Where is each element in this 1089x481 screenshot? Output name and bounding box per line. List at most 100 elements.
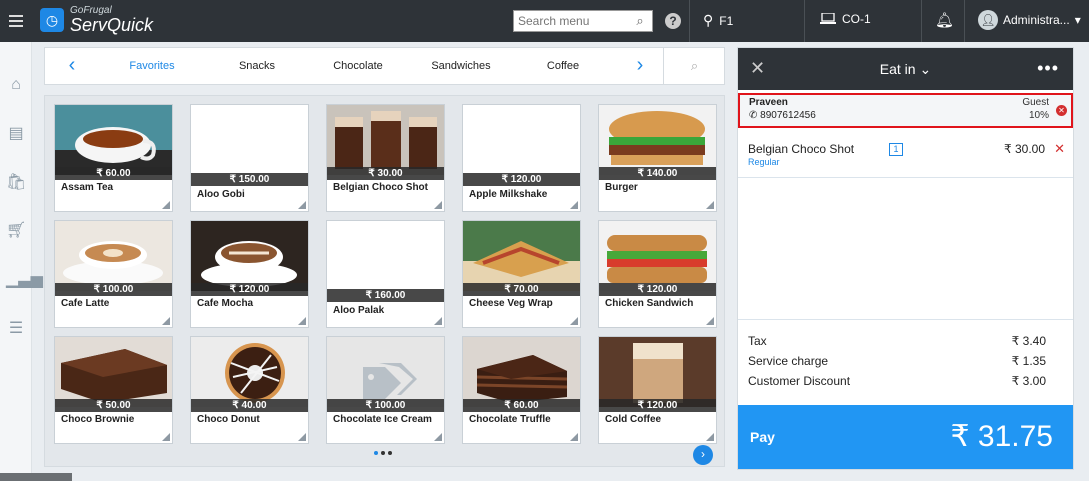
product-name: Chicken Sandwich: [605, 298, 694, 309]
product-image: [463, 337, 580, 407]
product-price: ₹ 150.00: [191, 173, 308, 186]
product-name: Aloo Palak: [333, 305, 385, 316]
search-menu-input[interactable]: [514, 11, 630, 31]
category-snacks[interactable]: Snacks: [212, 48, 302, 84]
tile-corner-icon: [162, 433, 170, 441]
clock-logo-icon: ◷: [40, 8, 64, 32]
pay-label: Pay: [750, 429, 775, 445]
bags-icon[interactable]: 🛍︎: [6, 173, 26, 193]
tile-corner-icon: [162, 201, 170, 209]
orders-icon[interactable]: ▤: [6, 124, 26, 144]
product-tile[interactable]: ₹ 60.00 Chocolate Truffle: [462, 336, 581, 444]
product-name: Apple Milkshake: [469, 189, 548, 200]
tile-corner-icon: [706, 317, 714, 325]
category-favorites[interactable]: Favorites: [107, 48, 197, 84]
category-chocolate[interactable]: Chocolate: [313, 48, 403, 84]
location-selector[interactable]: ⚲ F1: [703, 12, 733, 29]
product-image: [191, 221, 308, 291]
tax-row: Tax ₹ 3.40: [748, 334, 1046, 348]
tile-corner-icon: [298, 201, 306, 209]
chevron-down-icon: ▾: [1074, 13, 1081, 27]
divider: [964, 0, 965, 42]
category-prev-icon[interactable]: ‹: [57, 48, 87, 84]
product-tile[interactable]: ₹ 150.00 Aloo Gobi: [190, 104, 309, 212]
divider: [804, 0, 805, 42]
customer-discount-value: ₹ 3.00: [1011, 374, 1046, 388]
order-panel: ✕ Eat in ⌄ ••• Praveen ✆ 8907612456 Gues…: [737, 47, 1074, 470]
settings-sliders-icon[interactable]: ☰: [6, 319, 26, 339]
user-menu[interactable]: 👤︎ Administra... ▾: [978, 10, 1081, 30]
help-icon[interactable]: ?: [665, 13, 681, 29]
customer-card[interactable]: Praveen ✆ 8907612456 Guest 10% ✕: [738, 93, 1073, 128]
product-name: Aloo Gobi: [197, 189, 245, 200]
app-logo: ◷ GoFrugal ServQuick: [40, 6, 153, 34]
tile-corner-icon: [298, 317, 306, 325]
service-charge-label: Service charge: [748, 354, 829, 368]
product-name: Burger: [605, 182, 638, 193]
product-tile[interactable]: ₹ 140.00 Burger: [598, 104, 717, 212]
product-tile[interactable]: ₹ 100.00 Chocolate Ice Cream: [326, 336, 445, 444]
search-menu: ⌕: [513, 10, 653, 32]
tile-corner-icon: [570, 201, 578, 209]
item-variant[interactable]: Regular: [748, 157, 780, 167]
product-tile[interactable]: ₹ 40.00 Choco Donut: [190, 336, 309, 444]
tile-corner-icon: [706, 201, 714, 209]
item-price: ₹ 30.00: [1004, 142, 1045, 156]
product-tile[interactable]: ₹ 160.00 Aloo Palak: [326, 220, 445, 328]
tile-corner-icon: [434, 433, 442, 441]
item-quantity[interactable]: 1: [889, 143, 903, 156]
product-tile[interactable]: ₹ 100.00 Cafe Latte: [54, 220, 173, 328]
remove-item-icon[interactable]: ✕: [1054, 141, 1065, 157]
product-image: [599, 105, 716, 175]
category-sandwiches[interactable]: Sandwiches: [416, 48, 506, 84]
order-line-item[interactable]: Belgian Choco Shot Regular 1 ₹ 30.00 ✕: [738, 134, 1073, 178]
product-name: Chocolate Ice Cream: [333, 414, 432, 425]
product-tile[interactable]: ₹ 70.00 Cheese Veg Wrap: [462, 220, 581, 328]
divider: [921, 0, 922, 42]
product-tile[interactable]: ₹ 120.00 Cold Coffee: [598, 336, 717, 444]
product-tile[interactable]: ₹ 120.00 Apple Milkshake: [462, 104, 581, 212]
home-icon[interactable]: ⌂: [6, 75, 26, 95]
tile-corner-icon: [162, 317, 170, 325]
pay-button[interactable]: Pay ₹ 31.75: [738, 405, 1073, 469]
order-mode-selector[interactable]: Eat in ⌄: [738, 61, 1073, 78]
avatar-icon: 👤︎: [978, 10, 998, 30]
product-tile[interactable]: ₹ 30.00 Belgian Choco Shot: [326, 104, 445, 212]
notification-bell-icon[interactable]: 🔔︎: [935, 11, 954, 29]
category-search-icon[interactable]: ⌕: [663, 48, 725, 84]
product-tile[interactable]: ₹ 50.00 Choco Brownie: [54, 336, 173, 444]
search-icon[interactable]: ⌕: [630, 13, 650, 29]
customer-name: Praveen: [749, 97, 788, 108]
product-tile[interactable]: ₹ 120.00 Cafe Mocha: [190, 220, 309, 328]
category-next-icon[interactable]: ›: [625, 48, 655, 84]
product-name: Assam Tea: [61, 182, 114, 193]
tile-corner-icon: [298, 433, 306, 441]
product-price: ₹ 140.00: [599, 167, 716, 180]
page-indicator: [374, 451, 392, 455]
more-options-icon[interactable]: •••: [1037, 58, 1059, 79]
product-tile[interactable]: ₹ 120.00 Chicken Sandwich: [598, 220, 717, 328]
reports-icon[interactable]: ▁▃▅: [6, 270, 43, 290]
product-price: ₹ 30.00: [327, 167, 444, 180]
product-tile[interactable]: ₹ 60.00 Assam Tea: [54, 104, 173, 212]
category-coffee[interactable]: Coffee: [518, 48, 608, 84]
product-image: [327, 337, 444, 407]
service-charge-value: ₹ 1.35: [1011, 354, 1046, 368]
category-bar: ‹ Favorites Snacks Chocolate Sandwiches …: [44, 47, 725, 85]
terminal-icon: [820, 13, 836, 24]
product-image: [599, 337, 716, 407]
counter-selector[interactable]: CO-1: [820, 12, 871, 26]
product-price: ₹ 100.00: [327, 399, 444, 412]
product-name: Choco Donut: [197, 414, 260, 425]
product-grid: ₹ 120.00 Cold Coffee ₹ 60.00 Chocolate Truf…: [44, 95, 725, 467]
product-image: [599, 221, 716, 291]
product-name: Belgian Choco Shot: [333, 182, 428, 193]
order-mode: Eat in: [879, 61, 916, 77]
customer-phone: ✆ 8907612456: [749, 110, 816, 121]
customer-discount-row: Customer Discount ₹ 3.00: [748, 374, 1046, 388]
product-name: Cafe Latte: [61, 298, 110, 309]
remove-customer-icon[interactable]: ✕: [1056, 105, 1067, 116]
cart-icon[interactable]: 🛒︎: [6, 221, 26, 241]
menu-icon[interactable]: [0, 0, 32, 42]
next-page-icon[interactable]: ›: [693, 445, 713, 465]
